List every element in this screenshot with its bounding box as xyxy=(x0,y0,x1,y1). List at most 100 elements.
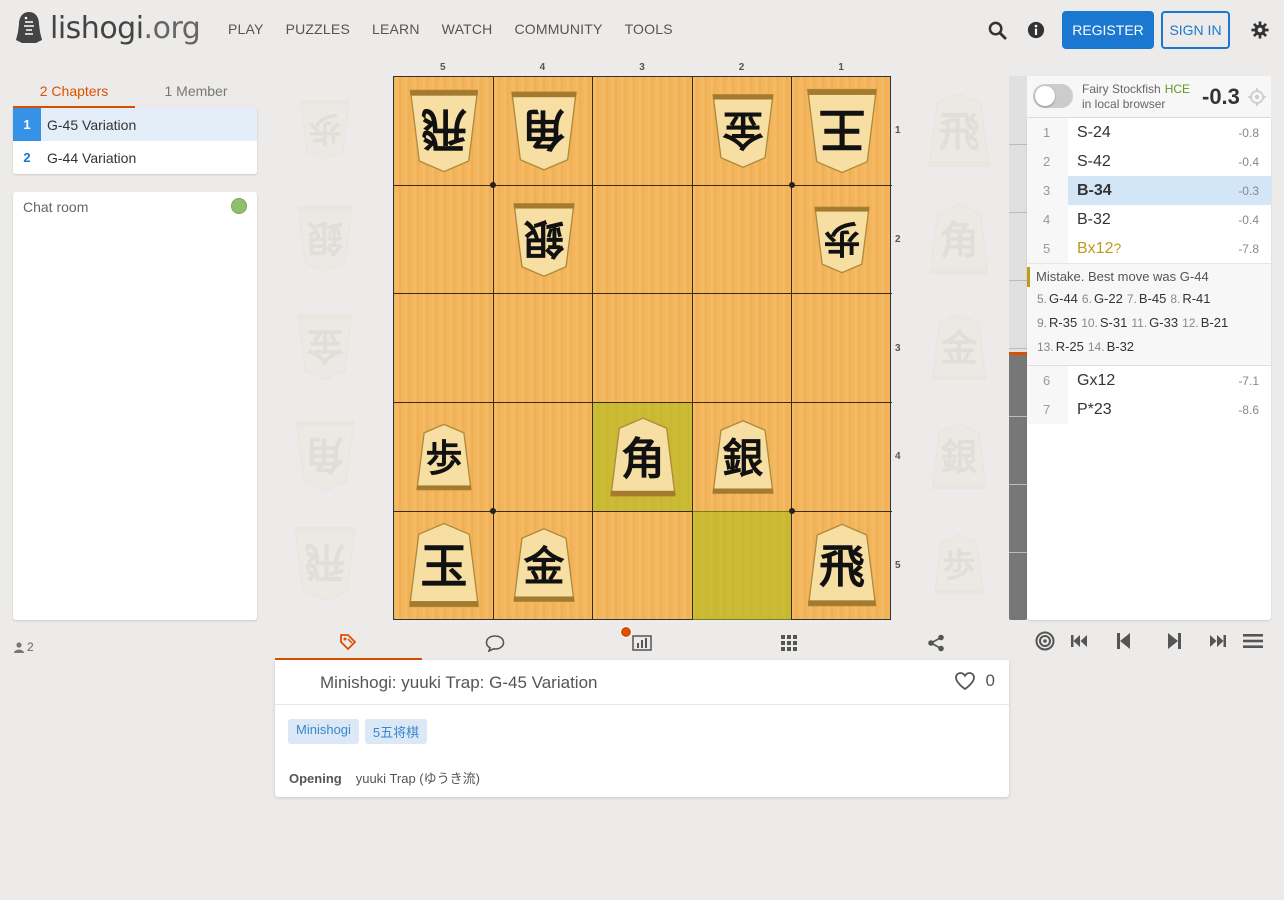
sente-rook-piece[interactable]: 飛 xyxy=(794,512,890,623)
nav-community[interactable]: COMMUNITY xyxy=(514,21,602,37)
move-notation[interactable]: Bx12? xyxy=(1068,240,1221,258)
gote-king-piece[interactable]: 王 xyxy=(794,78,890,189)
nav-watch[interactable]: WATCH xyxy=(442,21,493,37)
variation-move[interactable]: R-25 xyxy=(1056,339,1084,354)
tab-members[interactable]: 1 Member xyxy=(135,76,257,108)
nav-puzzles[interactable]: PUZZLES xyxy=(286,21,350,37)
prev-move-icon[interactable] xyxy=(1112,630,1134,652)
search-icon[interactable] xyxy=(987,20,1007,40)
svg-text:歩: 歩 xyxy=(824,216,861,260)
gote-gold-piece[interactable]: 金 xyxy=(695,78,791,189)
chapter-item[interactable]: 1 G-45 Variation xyxy=(13,108,257,141)
move-notation[interactable]: B-34 xyxy=(1068,182,1221,200)
shogi-board[interactable]: 飛角金王銀歩歩角銀玉金飛 xyxy=(393,76,892,623)
move-notation[interactable]: P*23 xyxy=(1068,401,1221,419)
menu-icon[interactable] xyxy=(1242,630,1264,652)
sente-gold-piece[interactable]: 金 xyxy=(496,512,592,623)
hand-slot-bishop: 角 xyxy=(916,187,1002,296)
move-eval: -8.6 xyxy=(1238,402,1259,417)
move-row[interactable]: 3 B-34 -0.3 xyxy=(1027,176,1271,205)
hand-slot-pawn: 歩 xyxy=(916,512,1002,621)
svg-text:角: 角 xyxy=(621,434,665,485)
variation-move[interactable]: G-44 xyxy=(1049,291,1078,306)
board-square[interactable] xyxy=(593,294,693,403)
nav-tools[interactable]: TOOLS xyxy=(625,21,673,37)
nav-learn[interactable]: LEARN xyxy=(372,21,420,37)
gote-silver-piece[interactable]: 銀 xyxy=(496,187,592,298)
engine-toggle[interactable] xyxy=(1033,84,1073,108)
gote-pawn-piece[interactable]: 歩 xyxy=(794,187,890,298)
chapter-label: G-44 Variation xyxy=(47,149,137,166)
board-square[interactable] xyxy=(593,511,693,621)
tag-icon[interactable] xyxy=(275,626,422,660)
variation-move[interactable]: G-33 xyxy=(1149,315,1178,330)
sente-pawn-piece[interactable]: 歩 xyxy=(396,404,492,515)
tag-minishogi[interactable]: Minishogi xyxy=(288,719,359,744)
grid-icon[interactable] xyxy=(715,626,862,660)
logo[interactable]: lishogi.org xyxy=(14,10,201,46)
move-eval: -7.8 xyxy=(1238,241,1259,256)
board-square[interactable] xyxy=(493,294,594,403)
board-square[interactable] xyxy=(394,294,494,403)
variation-move[interactable]: B-45 xyxy=(1139,291,1166,306)
variation-move[interactable]: S-31 xyxy=(1100,315,1127,330)
sente-king-piece[interactable]: 玉 xyxy=(396,512,492,623)
gear-icon[interactable] xyxy=(1250,20,1270,40)
variation-number: 6. xyxy=(1081,292,1092,306)
file-label: 1 xyxy=(838,62,844,73)
board-square[interactable] xyxy=(394,185,494,295)
move-row[interactable]: 5 Bx12? -7.8 xyxy=(1027,234,1271,263)
gote-bishop-piece[interactable]: 角 xyxy=(496,78,592,189)
tab-chapters[interactable]: 2 Chapters xyxy=(13,76,135,108)
board-square[interactable] xyxy=(692,511,793,621)
engine-name: Fairy Stockfish HCE xyxy=(1082,82,1191,96)
board-square[interactable] xyxy=(593,185,693,295)
variation-number: 11. xyxy=(1131,316,1148,330)
tag-variant[interactable]: 5五将棋 xyxy=(364,719,428,744)
move-notation[interactable]: S-24 xyxy=(1068,124,1221,142)
move-notation[interactable]: Gx12 xyxy=(1068,372,1221,390)
nav-play[interactable]: PLAY xyxy=(228,21,264,37)
board-square[interactable] xyxy=(792,403,892,512)
svg-text:角: 角 xyxy=(305,430,344,476)
sente-bishop-piece[interactable]: 角 xyxy=(595,404,691,515)
target-icon[interactable] xyxy=(1034,630,1056,652)
sign-in-button[interactable]: SIGN IN xyxy=(1161,11,1230,49)
main-nav: PLAY PUZZLES LEARN WATCH COMMUNITY TOOLS xyxy=(228,21,695,37)
next-move-icon[interactable] xyxy=(1164,630,1186,652)
last-move-icon[interactable] xyxy=(1207,630,1229,652)
board-square[interactable] xyxy=(692,294,793,403)
move-row[interactable]: 1 S-24 -0.8 xyxy=(1027,118,1271,147)
chapter-list: 1 G-45 Variation 2 G-44 Variation xyxy=(13,108,257,174)
register-button[interactable]: REGISTER xyxy=(1062,11,1154,49)
comment-icon[interactable] xyxy=(422,626,569,660)
lishogi-logo-icon xyxy=(16,12,42,43)
study-title: Minishogi: yuuki Trap: G-45 Variation xyxy=(320,673,598,692)
variation-move[interactable]: G-22 xyxy=(1094,291,1123,306)
gote-rook-piece[interactable]: 飛 xyxy=(396,78,492,189)
move-row[interactable]: 6 Gx12 -7.1 xyxy=(1027,366,1271,395)
variation-move[interactable]: B-32 xyxy=(1107,339,1134,354)
info-icon[interactable] xyxy=(1026,20,1046,40)
like-button[interactable]: 0 xyxy=(954,671,995,691)
board-square[interactable] xyxy=(692,185,793,295)
move-row[interactable]: 2 S-42 -0.4 xyxy=(1027,147,1271,176)
move-row[interactable]: 7 P*23 -8.6 xyxy=(1027,395,1271,424)
chapter-item[interactable]: 2 G-44 Variation xyxy=(13,141,257,174)
chat-toggle[interactable] xyxy=(231,198,247,214)
variation-move[interactable]: R-41 xyxy=(1182,291,1210,306)
first-move-icon[interactable] xyxy=(1068,630,1090,652)
move-controls xyxy=(1027,626,1271,656)
sente-silver-piece[interactable]: 銀 xyxy=(695,404,791,515)
move-notation[interactable]: B-32 xyxy=(1068,211,1221,229)
bar-chart-icon[interactable] xyxy=(569,626,716,660)
move-notation[interactable]: S-42 xyxy=(1068,153,1221,171)
board-square[interactable] xyxy=(593,77,693,186)
variation-move[interactable]: B-21 xyxy=(1201,315,1228,330)
crosshair-icon[interactable] xyxy=(1248,88,1266,106)
share-icon[interactable] xyxy=(862,626,1009,660)
board-square[interactable] xyxy=(493,402,594,512)
move-row[interactable]: 4 B-32 -0.4 xyxy=(1027,205,1271,234)
board-square[interactable] xyxy=(792,294,892,403)
variation-move[interactable]: R-35 xyxy=(1049,315,1077,330)
